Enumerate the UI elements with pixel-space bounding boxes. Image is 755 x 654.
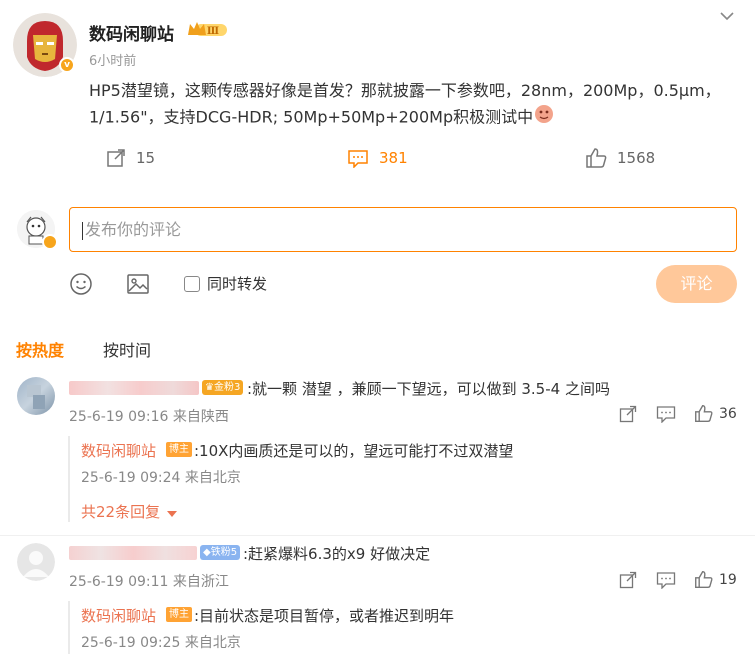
commenter-avatar[interactable] [17, 377, 55, 415]
more-replies-link[interactable]: 共22条回复 [81, 501, 177, 522]
commenter-name-blurred[interactable] [69, 381, 199, 395]
comment-reply-button[interactable] [656, 571, 676, 593]
post-text: HP5潜望镜，这颗传感器好像是首发？那就披露一下参数吧，28nm，200Mp，0… [89, 81, 721, 127]
reply-thread-line [68, 436, 70, 522]
member-level-label: Ⅲ [207, 26, 219, 37]
reply-meta: 25-6-19 09:25 来自北京 [81, 635, 241, 651]
comment-icon [656, 406, 676, 424]
member-crown-badge: Ⅲ [187, 21, 229, 43]
commenter-avatar[interactable] [17, 543, 55, 581]
share-icon [619, 571, 637, 589]
reply-thread-line [68, 601, 70, 654]
reply-text: :目前状态是项目暂停，或者推迟到明年 [194, 607, 455, 625]
diamond-small-icon: ◆ [203, 547, 211, 558]
caret-down-icon [166, 504, 177, 522]
like-button[interactable]: 1568 [585, 146, 655, 170]
fan-level-label: 铁粉5 [210, 547, 238, 558]
chevron-down-icon[interactable] [719, 8, 735, 28]
post-time[interactable]: 6小时前 [89, 50, 136, 69]
repost-icon [107, 149, 125, 167]
comment-meta: 25-6-19 09:16 来自陕西 [69, 409, 229, 425]
host-tag: 博主 [166, 607, 192, 622]
fan-level-badge: ♛金粉3 [202, 380, 244, 395]
emoji-face-icon [534, 104, 554, 132]
comment-text: :赶紧爆料6.3的x9 好做决定 [243, 545, 431, 563]
comment-reply-button[interactable] [656, 405, 676, 427]
crown-small-icon: ♛ [205, 382, 214, 393]
submit-comment-button[interactable]: 评论 [656, 265, 737, 303]
image-upload-button[interactable] [126, 272, 150, 300]
tab-sort-time[interactable]: 按时间 [103, 337, 151, 361]
verified-badge-icon: v [59, 57, 75, 73]
reply-text: :10X内画质还是可以的，望远可能打不过双潜望 [194, 442, 514, 460]
user-verified-icon [42, 234, 58, 250]
commenter-name-blurred[interactable] [69, 546, 197, 560]
thumbs-up-icon [586, 148, 607, 168]
comment-button[interactable]: 381 [347, 146, 408, 170]
reply-meta: 25-6-19 09:24 来自北京 [81, 470, 241, 486]
more-replies-label: 共22条回复 [81, 503, 161, 521]
repost-checkbox-label[interactable]: 同时转发 [207, 273, 267, 294]
fan-level-label: 金粉3 [213, 382, 241, 393]
reply-author-name[interactable]: 数码闲聊站 [81, 440, 156, 461]
emoji-button[interactable] [69, 272, 93, 300]
comment-icon [348, 150, 368, 168]
comment-icon [656, 572, 676, 590]
comment-input-placeholder: 发布你的评论 [85, 220, 182, 239]
comment-meta: 25-6-19 09:11 来自浙江 [69, 574, 229, 590]
repost-checkbox[interactable] [184, 276, 200, 292]
comment-text: :就一颗 潜望 ，兼顾一下望远，可以做到 3.5-4 之间吗 [247, 380, 610, 398]
comment-share-button[interactable] [619, 571, 637, 593]
thumbs-up-icon [695, 405, 713, 422]
post-body: HP5潜望镜，这颗传感器好像是首发？那就披露一下参数吧，28nm，200Mp，0… [89, 78, 729, 132]
comment-like-button[interactable]: 36 [694, 404, 737, 423]
share-icon [619, 405, 637, 423]
comment-share-button[interactable] [619, 405, 637, 427]
comment-count: 381 [379, 149, 408, 167]
image-icon [127, 274, 149, 294]
comment-like-count: 19 [719, 571, 737, 588]
repost-button[interactable]: 15 [106, 146, 155, 170]
comment-divider [0, 535, 755, 536]
tab-sort-hot[interactable]: 按热度 [16, 337, 64, 361]
post-author-name[interactable]: 数码闲聊站 [89, 20, 174, 45]
like-count: 1568 [617, 149, 656, 167]
smiley-icon [70, 273, 92, 295]
comment-input[interactable]: 发布你的评论 [69, 207, 737, 252]
text-caret [82, 221, 83, 240]
comment-like-button[interactable]: 19 [694, 570, 737, 589]
thumbs-up-icon [695, 571, 713, 588]
comment-like-count: 36 [719, 405, 737, 422]
repost-count: 15 [136, 149, 156, 167]
fan-level-badge: ◆铁粉5 [200, 545, 241, 560]
reply-author-name[interactable]: 数码闲聊站 [81, 605, 156, 626]
host-tag: 博主 [166, 442, 192, 457]
